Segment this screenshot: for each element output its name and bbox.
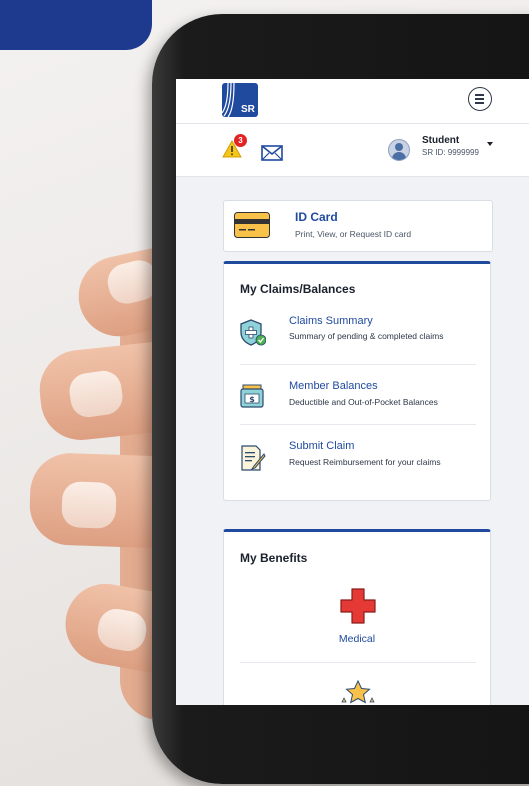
user-id: SR ID: 9999999 (422, 148, 479, 157)
id-card-icon (234, 212, 270, 238)
shield-plus-icon (240, 319, 266, 346)
star-icon[interactable] (339, 680, 377, 705)
medical-benefit-link[interactable]: Medical (224, 633, 490, 645)
claims-balances-panel: My Claims/Balances Claims Summary Summar… (223, 261, 491, 501)
fingernail (61, 481, 117, 529)
claims-summary-link[interactable]: Claims Summary (289, 315, 373, 327)
id-card-title: ID Card (295, 210, 338, 224)
wallet-dollar-icon: $ (240, 384, 264, 408)
divider (240, 662, 476, 663)
chevron-down-icon[interactable] (487, 142, 493, 146)
user-avatar-icon[interactable] (388, 139, 410, 161)
alert-count-badge: 3 (234, 134, 247, 147)
panel-title: My Claims/Balances (240, 282, 356, 296)
hamburger-menu-icon[interactable] (468, 87, 492, 111)
svg-text:$: $ (249, 395, 255, 404)
submit-claim-subtitle: Request Reimbursement for your claims (289, 457, 441, 467)
my-benefits-panel: My Benefits Medical (223, 529, 491, 705)
sr-logo[interactable]: SR (222, 83, 258, 117)
document-pen-icon (241, 445, 266, 471)
panel-title: My Benefits (240, 551, 308, 565)
claims-summary-subtitle: Summary of pending & completed claims (289, 331, 444, 341)
member-balances-subtitle: Deductible and Out-of-Pocket Balances (289, 397, 438, 407)
submit-claim-link[interactable]: Submit Claim (289, 440, 354, 452)
user-name[interactable]: Student (422, 135, 459, 146)
id-card-subtitle: Print, View, or Request ID card (295, 229, 412, 239)
brand-banner (0, 0, 152, 50)
id-card-link[interactable]: ID Card Print, View, or Request ID card (223, 200, 493, 252)
red-cross-icon[interactable] (340, 588, 376, 624)
divider (240, 364, 476, 365)
member-balances-link[interactable]: Member Balances (289, 380, 378, 392)
top-bar: SR (176, 79, 529, 124)
divider (240, 424, 476, 425)
app-screen: SR 3 Student SR ID: 9999999 ID Card Prin… (176, 79, 529, 705)
notification-bar: 3 Student SR ID: 9999999 (176, 124, 529, 177)
logo-text: SR (241, 104, 255, 115)
mail-icon[interactable] (261, 145, 283, 161)
